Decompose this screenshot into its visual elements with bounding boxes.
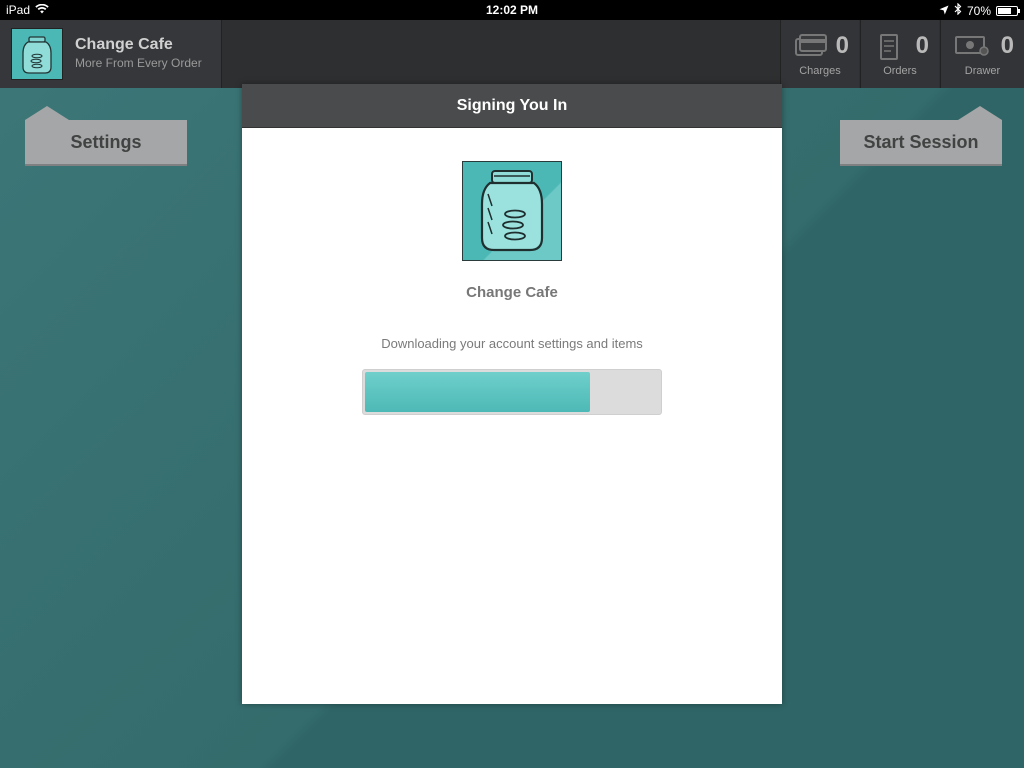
stat-orders[interactable]: 0 Orders	[860, 20, 939, 88]
start-session-button[interactable]: Start Session	[840, 106, 1002, 166]
battery-percent: 70%	[966, 3, 991, 18]
progress-bar	[362, 369, 662, 415]
modal-title: Signing You In	[242, 84, 782, 128]
start-session-label: Start Session	[863, 132, 979, 152]
credit-card-icon	[795, 34, 827, 61]
location-arrow-icon	[939, 4, 949, 18]
mason-jar-coins-icon	[11, 28, 63, 80]
drawer-count: 0	[1000, 32, 1014, 59]
app-name: Change Cafe	[75, 36, 173, 53]
business-name: Change Cafe	[466, 284, 558, 301]
stat-charges[interactable]: 0 Charges	[780, 20, 859, 88]
stat-drawer[interactable]: 0 Drawer	[940, 20, 1024, 88]
drawer-label: Drawer	[964, 65, 1001, 77]
settings-label: Settings	[70, 132, 142, 152]
settings-tab-notch	[25, 106, 69, 120]
charges-count: 0	[835, 32, 849, 59]
orders-count: 0	[915, 32, 929, 59]
cash-icon	[955, 34, 989, 61]
settings-button[interactable]: Settings	[25, 106, 187, 166]
mason-jar-coins-icon	[462, 161, 562, 261]
orders-label: Orders	[883, 65, 917, 77]
charges-label: Charges	[799, 65, 841, 77]
brand-area[interactable]: Change Cafe More From Every Order	[0, 20, 222, 88]
status-message: Downloading your account settings and it…	[381, 336, 643, 351]
progress-fill	[365, 372, 590, 412]
app-tagline: More From Every Order	[75, 56, 202, 70]
battery-icon	[996, 5, 1020, 16]
signing-in-modal: Signing You In Change Cafe Downloading y…	[242, 84, 782, 704]
clock: 12:02 PM	[485, 3, 539, 17]
app-header: Change Cafe More From Every Order 0 Char…	[0, 20, 1024, 88]
bluetooth-icon	[954, 2, 962, 18]
start-session-tab-notch	[958, 106, 1002, 120]
status-bar: iPad 12:02 PM 70%	[0, 0, 1024, 20]
receipt-icon	[879, 34, 899, 65]
